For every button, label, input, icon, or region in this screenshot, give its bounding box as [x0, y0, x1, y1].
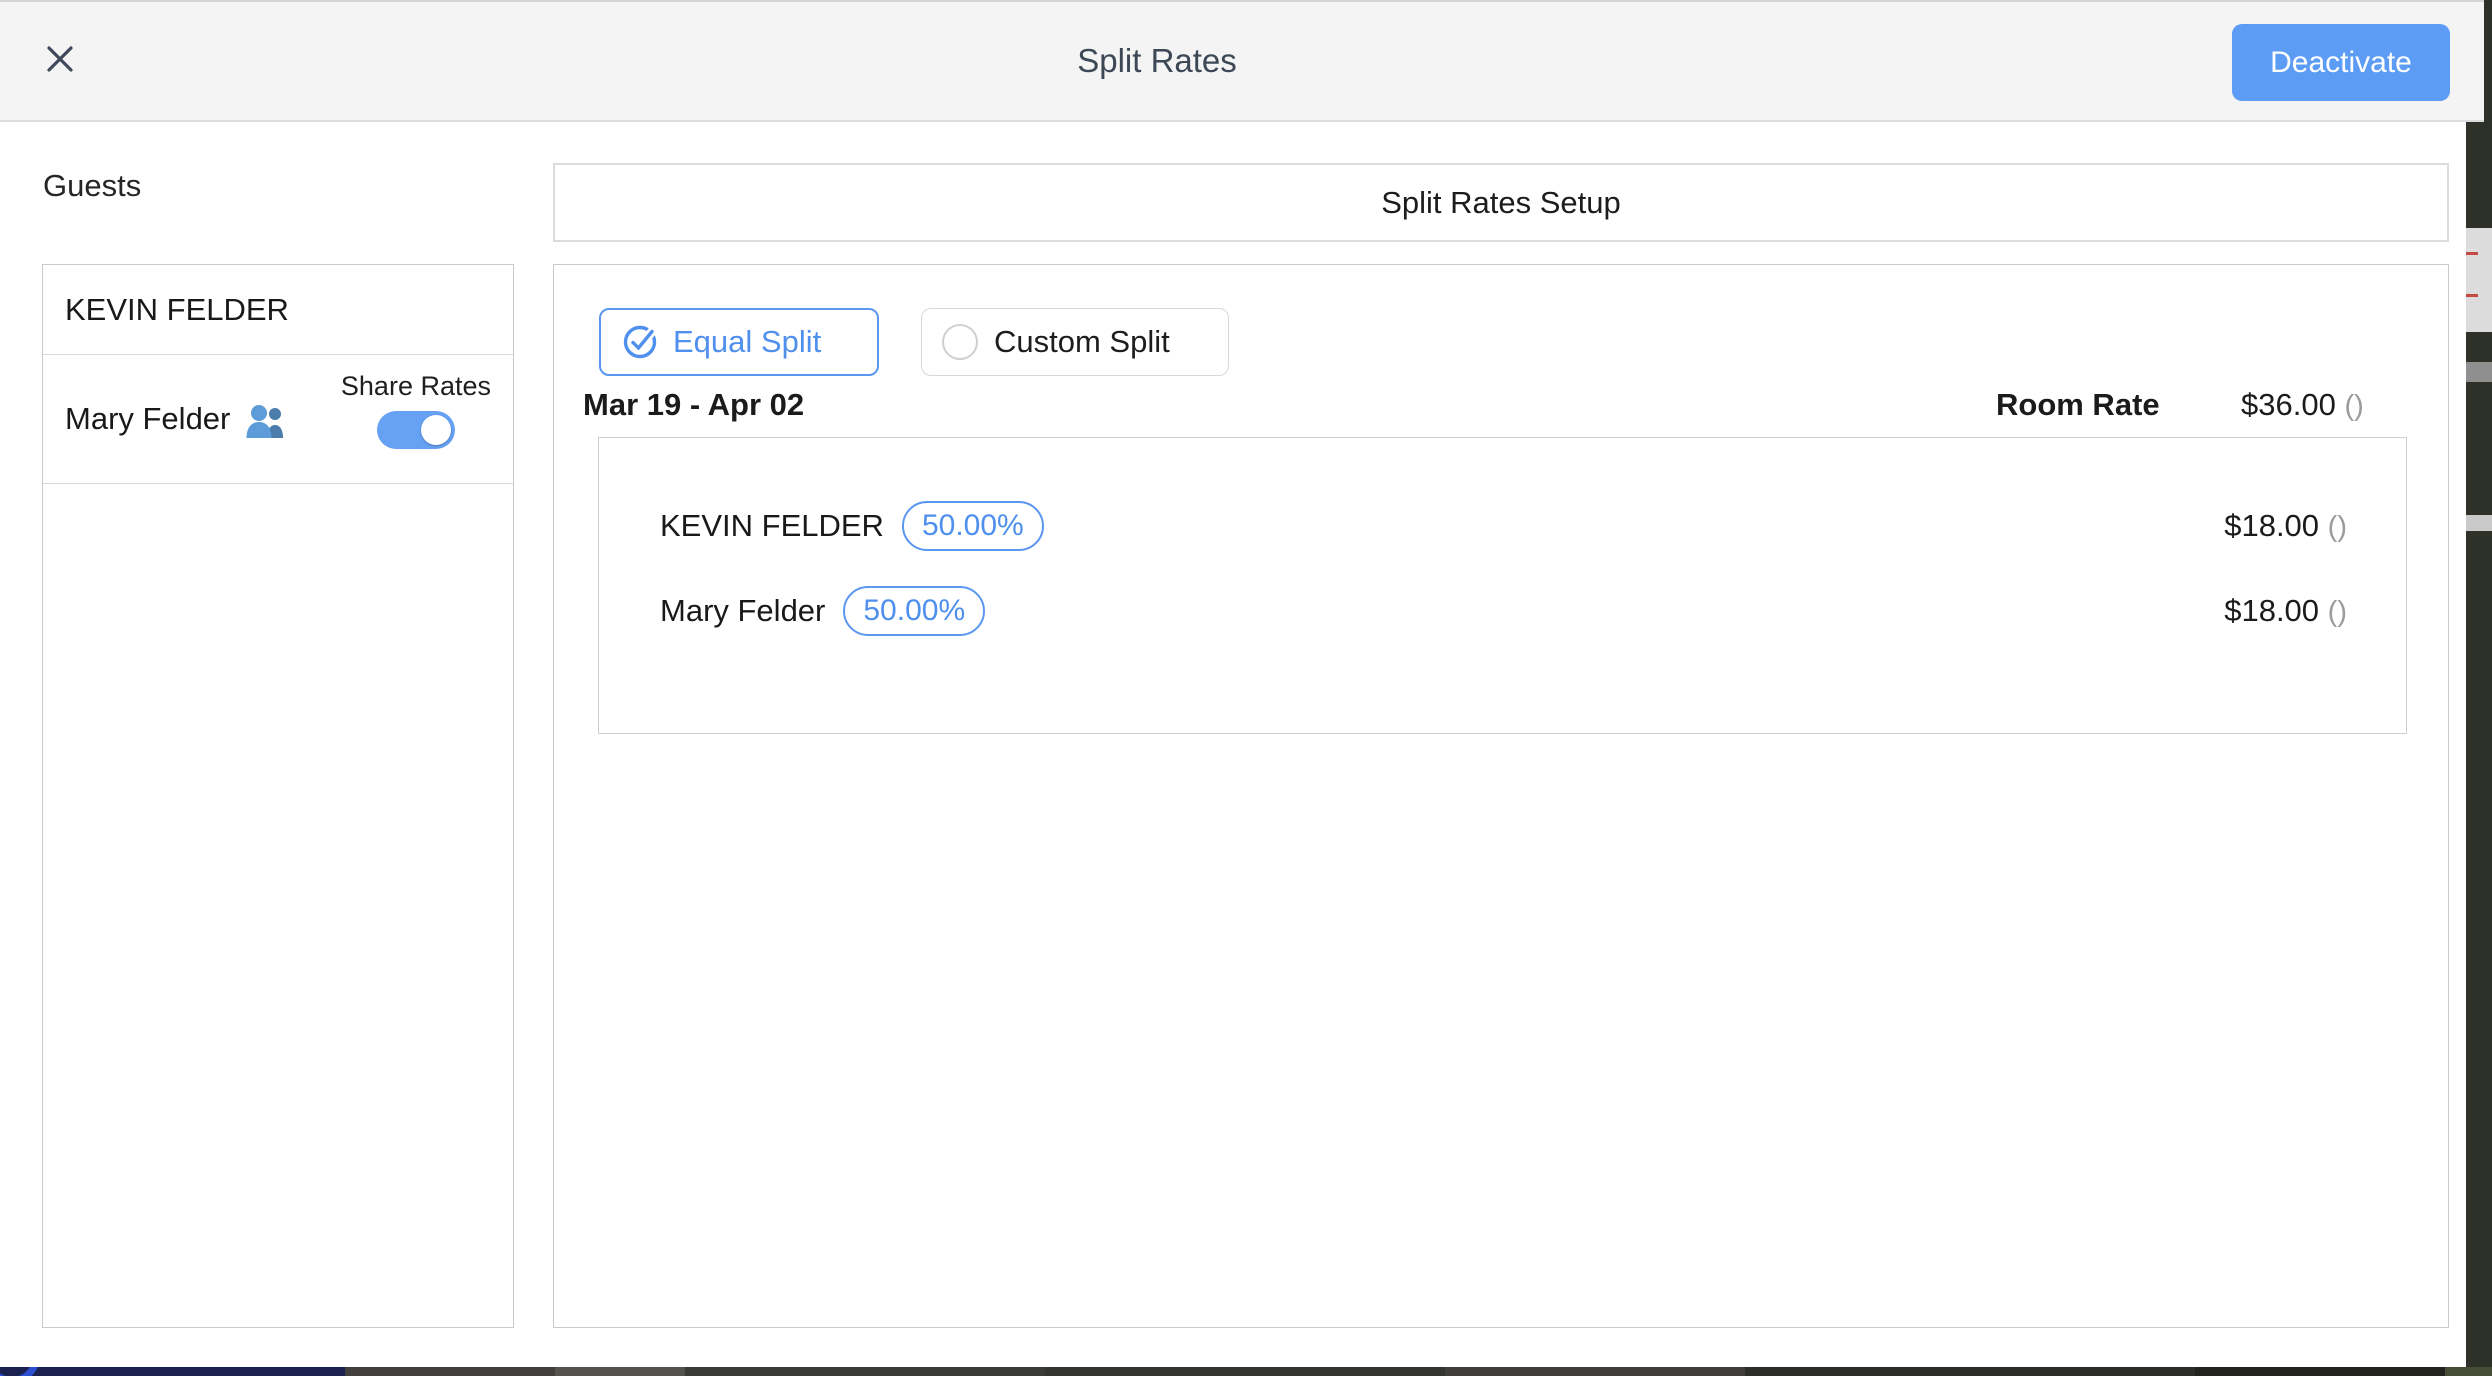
custom-split-option[interactable]: Custom Split	[921, 308, 1229, 376]
setup-panel: Equal Split Custom Split Mar 19 - Apr 02…	[553, 264, 2449, 1328]
background-detail	[2466, 294, 2478, 297]
close-icon	[43, 42, 77, 76]
toggle-knob	[421, 415, 451, 445]
background-patch	[2466, 228, 2492, 332]
share-rates-label: Share Rates	[341, 371, 491, 402]
radio-circle-icon	[942, 324, 978, 360]
split-rates-modal: Guests KEVIN FELDER Mary Felder Share Ra…	[0, 0, 2492, 1376]
modal-header: Split Rates Deactivate	[0, 0, 2484, 122]
equal-split-option[interactable]: Equal Split	[599, 308, 879, 376]
modal-sheet: Guests KEVIN FELDER Mary Felder Share Ra…	[0, 0, 2466, 1367]
background-page-edge	[2466, 0, 2492, 1376]
split-percent-pill[interactable]: 50.00%	[902, 501, 1044, 551]
modal-title: Split Rates	[1077, 2, 1237, 120]
rate-summary-row: Mar 19 - Apr 02 Room Rate $36.00 ()	[554, 387, 2448, 423]
share-rates-toggle[interactable]	[377, 411, 455, 449]
split-guest-name: Mary Felder	[660, 593, 825, 629]
taskbar-segment	[345, 1367, 555, 1376]
guest-name: Mary Felder	[65, 401, 230, 437]
background-detail	[2466, 252, 2478, 255]
room-rate-label: Room Rate	[1996, 387, 2160, 423]
background-taskbar	[0, 1367, 2492, 1376]
guest-split-row: KEVIN FELDER 50.00% $18.00 ()	[599, 490, 2406, 562]
background-patch	[2466, 515, 2492, 531]
taskbar-segment	[0, 1367, 345, 1376]
equal-split-label: Equal Split	[673, 324, 821, 360]
taskbar-segment	[555, 1367, 685, 1376]
background-patch	[2466, 362, 2492, 382]
guest-name: KEVIN FELDER	[65, 292, 289, 328]
split-percent-pill[interactable]: 50.00%	[843, 586, 985, 636]
guest-split-row: Mary Felder 50.00% $18.00 ()	[599, 575, 2406, 647]
taskbar-segment	[685, 1367, 1045, 1376]
taskbar-segment	[2445, 1367, 2492, 1376]
date-range: Mar 19 - Apr 02	[583, 387, 804, 423]
taskbar-segment	[1445, 1367, 1745, 1376]
close-button[interactable]	[36, 36, 84, 84]
guests-section-label: Guests	[43, 168, 141, 204]
deactivate-button[interactable]: Deactivate	[2232, 24, 2450, 101]
taskbar-segment	[2195, 1367, 2445, 1376]
room-rate-suffix: ()	[2344, 390, 2363, 422]
check-circle-icon	[621, 323, 659, 361]
guest-row-primary[interactable]: KEVIN FELDER	[43, 265, 513, 355]
share-rates-group: Share Rates	[341, 371, 491, 449]
setup-title: Split Rates Setup	[1381, 185, 1621, 221]
setup-header: Split Rates Setup	[553, 163, 2449, 242]
split-amount: $18.00 ()	[2224, 508, 2347, 544]
taskbar-segment	[1045, 1367, 1445, 1376]
split-guest-name: KEVIN FELDER	[660, 508, 884, 544]
custom-split-label: Custom Split	[994, 324, 1170, 360]
split-amount: $18.00 ()	[2224, 593, 2347, 629]
room-rate-value: $36.00 ()	[2241, 387, 2364, 423]
guests-panel: KEVIN FELDER Mary Felder Share Rates	[42, 264, 514, 1328]
taskbar-segment	[1745, 1367, 2195, 1376]
guest-splits-panel: KEVIN FELDER 50.00% $18.00 () Mary Felde…	[598, 437, 2407, 734]
people-icon	[244, 404, 290, 440]
guest-row-shared[interactable]: Mary Felder Share Rates	[43, 355, 513, 484]
